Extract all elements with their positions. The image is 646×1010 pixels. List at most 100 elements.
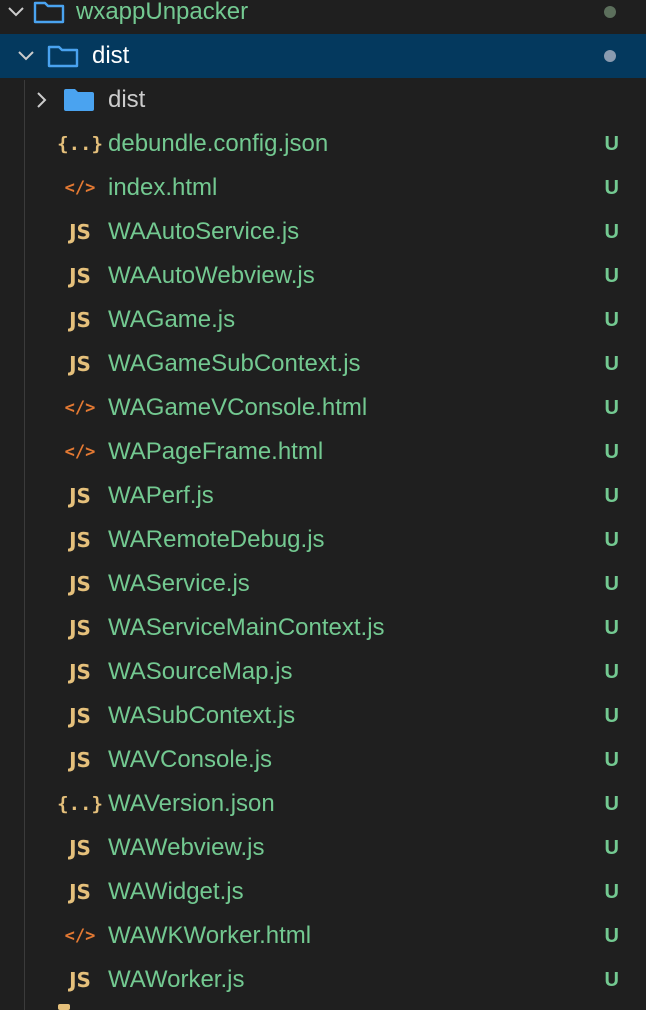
- html-icon-glyph: </>: [64, 442, 96, 462]
- git-status-badge: U: [604, 308, 619, 331]
- folder-icon: [62, 87, 96, 113]
- file-label: WAWKWorker.html: [108, 922, 312, 949]
- file-row[interactable]: JS WAWorker.js U: [0, 958, 646, 1002]
- file-label: WAServiceMainContext.js: [108, 614, 385, 641]
- html-icon-glyph: </>: [64, 926, 96, 946]
- folder-row-wxappunpacker[interactable]: wxappUnpacker: [0, 0, 646, 34]
- js-icon-glyph: JS: [69, 616, 91, 640]
- file-row[interactable]: JS WASubContext.js U: [0, 694, 646, 738]
- file-row[interactable]: JS WAWidget.js U: [0, 870, 646, 914]
- file-row[interactable]: </> WAPageFrame.html U: [0, 430, 646, 474]
- file-label: WAGameVConsole.html: [108, 394, 368, 421]
- git-status-badge: U: [604, 924, 619, 947]
- git-status-badge: U: [604, 132, 619, 155]
- js-icon-glyph: JS: [69, 220, 91, 244]
- file-row[interactable]: JS WARemoteDebug.js U: [0, 518, 646, 562]
- indent-guide: [24, 80, 25, 1010]
- js-icon-glyph: JS: [69, 704, 91, 728]
- file-row[interactable]: JS WAServiceMainContext.js U: [0, 606, 646, 650]
- folder-open-icon: [32, 0, 66, 25]
- file-row[interactable]: JS WASourceMap.js U: [0, 650, 646, 694]
- git-status-badge: U: [604, 792, 619, 815]
- file-row[interactable]: JS WAGame.js U: [0, 298, 646, 342]
- js-icon-glyph: JS: [69, 660, 91, 684]
- chevron-down-icon[interactable]: [16, 46, 36, 66]
- file-label: WAPerf.js: [108, 482, 214, 509]
- file-label: WAVersion.json: [108, 790, 275, 817]
- js-icon-glyph: JS: [69, 572, 91, 596]
- file-row[interactable]: JS WAAutoWebview.js U: [0, 254, 646, 298]
- json-icon-glyph: {..}: [57, 793, 103, 815]
- git-status-badge: U: [604, 704, 619, 727]
- js-file-icon: JS: [63, 879, 97, 905]
- js-file-icon: JS: [63, 219, 97, 245]
- js-file-icon: JS: [63, 747, 97, 773]
- json-file-icon: {..}: [57, 791, 103, 817]
- file-row[interactable]: </> index.html U: [0, 166, 646, 210]
- file-row[interactable]: JS WAAutoService.js U: [0, 210, 646, 254]
- git-status-badge: U: [604, 176, 619, 199]
- file-label: WAGame.js: [108, 306, 236, 333]
- folder-open-icon: [46, 43, 80, 69]
- folder-label: wxappUnpacker: [76, 0, 249, 25]
- git-status-badge: U: [604, 836, 619, 859]
- git-status-badge: U: [604, 660, 619, 683]
- file-label: WAPageFrame.html: [108, 438, 324, 465]
- folder-label: dist: [108, 86, 146, 113]
- html-icon-glyph: </>: [64, 398, 96, 418]
- js-file-icon: JS: [63, 483, 97, 509]
- json-icon-glyph: {..}: [57, 133, 103, 155]
- html-file-icon: </>: [63, 175, 97, 201]
- file-row[interactable]: </> WAWKWorker.html U: [0, 914, 646, 958]
- js-icon-glyph: JS: [69, 264, 91, 288]
- file-label: WARemoteDebug.js: [108, 526, 325, 553]
- js-icon-glyph: JS: [69, 968, 91, 992]
- file-row[interactable]: JS WAGameSubContext.js U: [0, 342, 646, 386]
- git-status-badge: U: [604, 220, 619, 243]
- file-label: WAWorker.js: [108, 966, 245, 993]
- file-row[interactable]: </> WAGameVConsole.html U: [0, 386, 646, 430]
- folder-row-dist[interactable]: dist: [0, 34, 646, 78]
- file-explorer-tree: wxappUnpacker dist dist {..} debundle.con…: [0, 0, 646, 1002]
- file-row[interactable]: JS WAVConsole.js U: [0, 738, 646, 782]
- js-file-icon: JS: [63, 615, 97, 641]
- git-status-badge: U: [604, 748, 619, 771]
- git-status-badge: U: [604, 880, 619, 903]
- git-status-badge: U: [604, 440, 619, 463]
- file-row[interactable]: JS WAPerf.js U: [0, 474, 646, 518]
- modified-dot: [604, 6, 616, 18]
- file-row[interactable]: {..} debundle.config.json U: [0, 122, 646, 166]
- file-row[interactable]: JS WAWebview.js U: [0, 826, 646, 870]
- chevron-down-icon[interactable]: [6, 2, 26, 22]
- git-status-badge: U: [604, 264, 619, 287]
- js-file-icon: JS: [63, 263, 97, 289]
- folder-label: dist: [92, 42, 130, 69]
- file-row[interactable]: {..} WAVersion.json U: [0, 782, 646, 826]
- js-icon-glyph: JS: [69, 308, 91, 332]
- chevron-right-icon[interactable]: [32, 90, 52, 110]
- file-label: WAService.js: [108, 570, 250, 597]
- js-file-icon: JS: [63, 571, 97, 597]
- file-row[interactable]: JS WAService.js U: [0, 562, 646, 606]
- js-file-icon: JS: [63, 703, 97, 729]
- js-icon-glyph: JS: [69, 836, 91, 860]
- js-file-icon: JS: [63, 351, 97, 377]
- js-file-icon: JS: [63, 307, 97, 333]
- folder-row-dist-nested[interactable]: dist: [0, 78, 646, 122]
- git-status-badge: U: [604, 572, 619, 595]
- file-label: WAVConsole.js: [108, 746, 273, 773]
- html-file-icon: </>: [63, 923, 97, 949]
- file-label: index.html: [108, 174, 218, 201]
- file-label: WAWebview.js: [108, 834, 265, 861]
- file-label: WAAutoWebview.js: [108, 262, 315, 289]
- git-status-badge: U: [604, 352, 619, 375]
- js-file-icon: JS: [63, 527, 97, 553]
- json-file-icon: {..}: [57, 131, 103, 157]
- html-icon-glyph: </>: [64, 178, 96, 198]
- file-label: debundle.config.json: [108, 130, 329, 157]
- file-list: {..} debundle.config.json U </> index.html U J…: [0, 122, 646, 1002]
- git-status-badge: U: [604, 484, 619, 507]
- file-label: WASourceMap.js: [108, 658, 293, 685]
- js-icon-glyph: JS: [69, 484, 91, 508]
- html-file-icon: </>: [63, 395, 97, 421]
